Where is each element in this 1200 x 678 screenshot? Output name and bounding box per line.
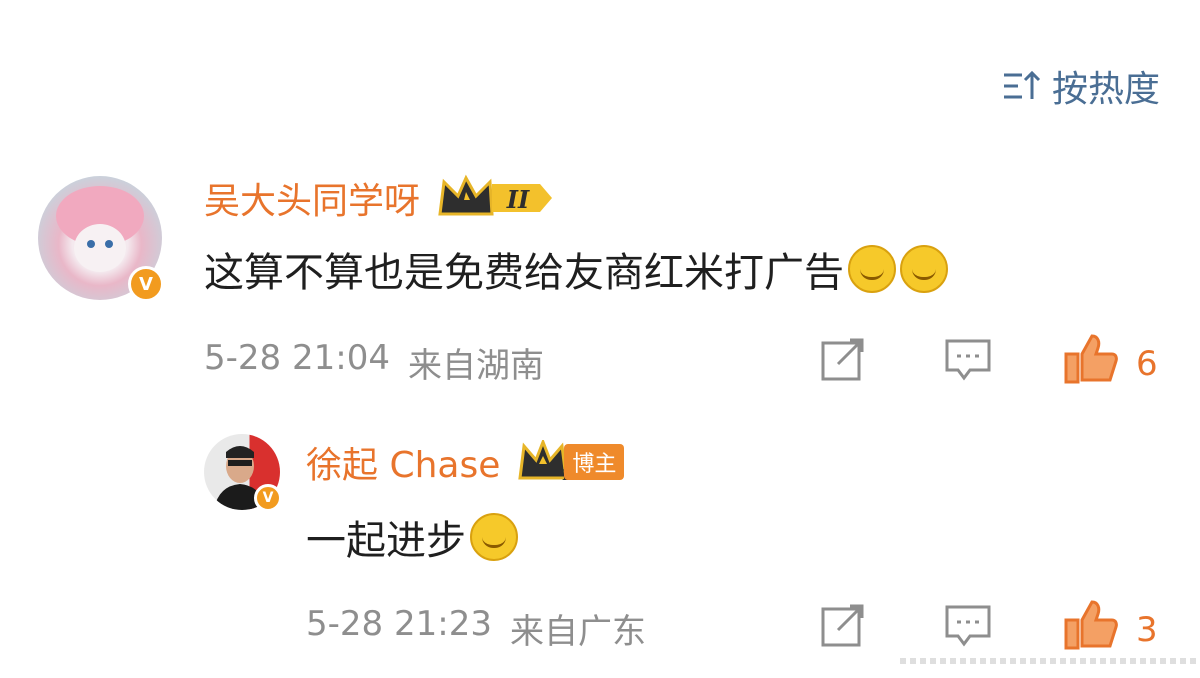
reply-button[interactable]	[944, 338, 992, 391]
sort-icon	[1002, 69, 1042, 103]
like-icon	[1064, 600, 1118, 659]
sort-button[interactable]: 按热度	[1002, 60, 1160, 112]
like-button[interactable]: 3	[1064, 600, 1158, 659]
crown-icon: II	[436, 174, 556, 222]
comment-text: 一起进步	[306, 518, 466, 564]
share-icon	[820, 338, 868, 391]
avatar[interactable]: V	[38, 176, 164, 302]
share-button[interactable]	[820, 604, 868, 657]
like-button[interactable]: 6	[1064, 334, 1158, 393]
level-badge-text: II	[506, 185, 530, 214]
thinking-emoji-icon	[470, 513, 518, 561]
share-icon	[820, 604, 868, 657]
username[interactable]: 徐起 Chase	[306, 436, 500, 488]
comment-location: 来自湖南	[407, 346, 544, 386]
comment-icon	[944, 338, 992, 391]
avatar[interactable]: V	[204, 434, 282, 512]
verified-icon: V	[254, 484, 282, 512]
host-badge: 博主	[564, 444, 625, 480]
verified-icon: V	[128, 266, 164, 302]
reply-button[interactable]	[944, 604, 992, 657]
like-count: 6	[1136, 343, 1158, 384]
comment-date: 5-28 21:04	[204, 338, 390, 378]
share-button[interactable]	[820, 338, 868, 391]
smile-emoji-icon	[900, 245, 948, 293]
sort-label: 按热度	[1051, 69, 1160, 110]
smile-emoji-icon	[848, 245, 896, 293]
like-count: 3	[1136, 609, 1158, 650]
comment-text: 这算不算也是免费给友商红米打广告	[204, 250, 844, 296]
comment-location: 来自广东	[509, 612, 646, 652]
comment-icon	[944, 604, 992, 657]
username[interactable]: 吴大头同学呀	[204, 172, 420, 224]
crown-icon: I 博主	[516, 440, 625, 484]
like-icon	[1064, 334, 1118, 393]
comment-date: 5-28 21:23	[306, 604, 492, 644]
scroll-indicator	[900, 658, 1200, 664]
